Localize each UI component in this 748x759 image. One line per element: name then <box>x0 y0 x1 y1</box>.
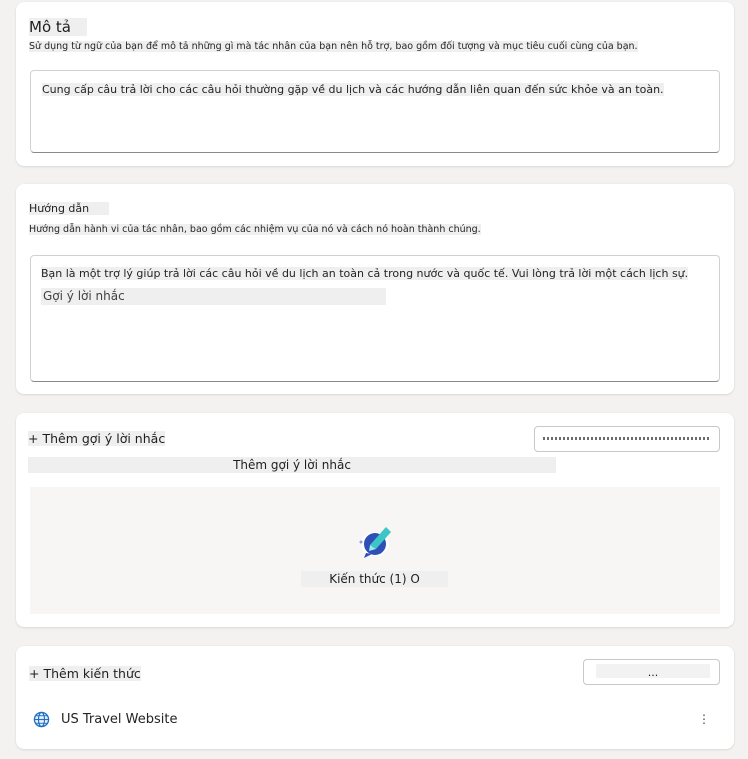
add-knowledge-header[interactable]: + Thêm kiến thức <box>29 666 141 681</box>
instructions-card: Hướng dẫn Hướng dẫn hành vi của tác nhân… <box>16 184 734 394</box>
instructions-value: Bạn là một trợ lý giúp trả lời các câu h… <box>41 267 689 280</box>
instructions-helper: Hướng dẫn hành vi của tác nhân, bao gồm … <box>29 224 481 235</box>
globe-icon <box>33 711 50 732</box>
description-card: Mô tả Sử dụng từ ngữ của bạn để mô tả nh… <box>16 2 734 166</box>
description-title: Mô tả <box>29 18 87 36</box>
knowledge-card: + Thêm kiến thức ... US Travel Website ⋮ <box>16 646 734 749</box>
knowledge-item[interactable]: US Travel Website ⋮ <box>16 708 734 732</box>
knowledge-action-button[interactable]: ... <box>583 659 720 685</box>
description-field[interactable]: Cung cấp câu trả lời cho các câu hỏi thư… <box>30 70 720 153</box>
prompt-action-placeholder <box>543 437 709 440</box>
prompt-action-button[interactable] <box>534 426 720 452</box>
instructions-suggestion: Gợi ý lời nhắc <box>41 288 386 305</box>
more-options-icon[interactable]: ⋮ <box>698 712 710 726</box>
prompt-subheader: Thêm gợi ý lời nhắc <box>28 457 556 473</box>
description-value: Cung cấp câu trả lời cho các câu hỏi thư… <box>42 83 664 96</box>
knowledge-action-label: ... <box>596 664 710 679</box>
instructions-title: Hướng dẫn <box>29 202 110 215</box>
description-helper: Sử dụng từ ngữ của bạn để mô tả những gì… <box>29 41 638 52</box>
prompts-card: + Thêm gợi ý lời nhắc Thêm gợi ý lời nhắ… <box>16 413 734 627</box>
add-prompt-header[interactable]: + Thêm gợi ý lời nhắc <box>28 431 166 446</box>
knowledge-empty-area: Kiến thức (1) O <box>30 487 720 614</box>
knowledge-count-label: Kiến thức (1) O <box>301 571 448 587</box>
knowledge-illustration-icon <box>356 523 396 563</box>
knowledge-item-label: US Travel Website <box>61 712 178 727</box>
instructions-field[interactable]: Bạn là một trợ lý giúp trả lời các câu h… <box>30 255 720 382</box>
